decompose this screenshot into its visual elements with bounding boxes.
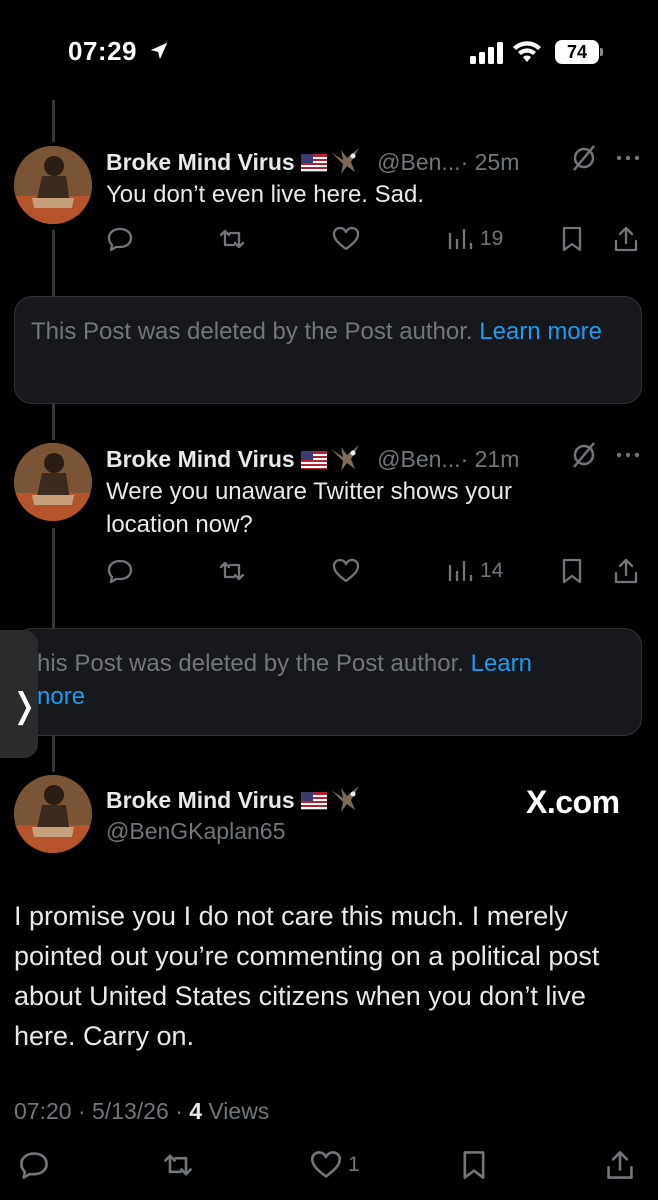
reply-icon: [107, 227, 133, 252]
tweet-text: Were you unaware Twitter shows your loca…: [106, 478, 512, 538]
repost-icon: [219, 561, 245, 581]
bookmark-icon: [562, 226, 582, 252]
chevron-right-icon[interactable]: ❭: [10, 686, 39, 726]
repost-button[interactable]: [162, 1148, 194, 1182]
battery-indicator: 74: [555, 40, 599, 64]
heart-icon: [332, 558, 360, 583]
header-ghost: [295, 50, 365, 76]
deleted-notice-text: his Post was deleted by the Post author.: [37, 650, 464, 677]
views-label: Views: [208, 1098, 270, 1124]
share-button[interactable]: [612, 222, 640, 256]
post-meta: 07:20 · 5/13/26 · 4 Views: [14, 1098, 269, 1125]
wifi-icon: [513, 41, 541, 62]
repost-icon: [219, 229, 245, 249]
eagle-icon: [330, 445, 359, 471]
share-icon: [614, 558, 638, 584]
more-icon[interactable]: [614, 144, 642, 172]
repost-button[interactable]: [218, 554, 246, 588]
us-flag-icon: [300, 451, 327, 469]
post-text: I promise you I do not care this much. I…: [14, 901, 600, 1051]
views-button[interactable]: 19: [446, 222, 503, 256]
status-bar: 07:29 74: [0, 0, 658, 100]
share-icon: [614, 226, 638, 252]
learn-more-link[interactable]: Learn: [471, 650, 532, 677]
heart-icon: [310, 1151, 342, 1178]
avatar[interactable]: [14, 443, 92, 521]
post-time: · 25m: [460, 149, 520, 175]
handle[interactable]: @Ben...: [377, 149, 460, 175]
share-button[interactable]: [604, 1148, 636, 1182]
tweet-header: Broke Mind Virus @Ben...· 25m: [106, 146, 519, 176]
eagle-icon: [330, 148, 359, 174]
reply-icon: [107, 559, 133, 584]
like-count: 1: [348, 1153, 360, 1176]
reply-icon: [20, 1152, 48, 1179]
x-com-watermark: X.com: [526, 784, 620, 820]
deleted-post-notice: his Post was deleted by the Post author.…: [14, 628, 642, 736]
avatar[interactable]: [14, 146, 92, 224]
tweet-text: You don’t even live here. Sad.: [106, 181, 425, 208]
avatar[interactable]: [14, 775, 92, 853]
action-bar: 1: [0, 1148, 658, 1188]
bookmark-button[interactable]: [458, 1148, 490, 1182]
reply-button[interactable]: [106, 222, 134, 256]
display-name[interactable]: Broke Mind Virus: [106, 787, 295, 813]
more-icon[interactable]: [614, 441, 642, 469]
like-button[interactable]: [332, 222, 360, 256]
views-count: 19: [480, 227, 504, 250]
mute-icon[interactable]: [570, 441, 598, 469]
bookmark-button[interactable]: [558, 554, 586, 588]
learn-more-link[interactable]: nore: [37, 683, 85, 710]
learn-more-link[interactable]: Learn more: [479, 318, 602, 345]
status-time: 07:29: [68, 36, 137, 66]
us-flag-icon: [300, 792, 327, 810]
thread-line: [52, 736, 55, 772]
reply-button[interactable]: [106, 554, 134, 588]
views-button[interactable]: 14: [446, 554, 503, 588]
like-button[interactable]: [332, 554, 360, 588]
bookmark-icon: [463, 1151, 485, 1179]
handle[interactable]: @BenGKaplan65: [106, 818, 285, 845]
deleted-post-notice: This Post was deleted by the Post author…: [14, 296, 642, 404]
post-timestamp: 07:20 · 5/13/26 ·: [14, 1098, 183, 1124]
share-icon: [607, 1151, 633, 1179]
display-name[interactable]: Broke Mind Virus: [106, 149, 295, 175]
like-button[interactable]: 1: [310, 1148, 360, 1182]
heart-icon: [332, 226, 360, 251]
tweet-header: Broke Mind Virus: [106, 784, 361, 814]
views-count[interactable]: 4: [189, 1098, 202, 1124]
mute-icon[interactable]: [570, 144, 598, 172]
post-time: · 21m: [460, 446, 520, 472]
display-name[interactable]: Broke Mind Virus: [106, 446, 295, 472]
thread-line: [52, 404, 55, 440]
repost-icon: [164, 1154, 192, 1176]
reply-button[interactable]: [18, 1148, 50, 1182]
location-arrow-icon: [150, 42, 168, 60]
bookmark-icon: [562, 558, 582, 584]
thread-line: [52, 100, 55, 142]
eagle-icon: [330, 786, 359, 812]
repost-button[interactable]: [218, 222, 246, 256]
share-button[interactable]: [612, 554, 640, 588]
action-bar: 19: [0, 222, 658, 258]
views-count: 14: [480, 559, 504, 582]
handle[interactable]: @Ben...: [377, 446, 460, 472]
bookmark-button[interactable]: [558, 222, 586, 256]
views-icon: [448, 561, 473, 581]
action-bar: 14: [0, 554, 658, 590]
tweet-header: Broke Mind Virus @Ben...· 21m: [106, 443, 519, 473]
us-flag-icon: [300, 154, 327, 172]
deleted-notice-text: This Post was deleted by the Post author…: [31, 318, 473, 345]
cellular-signal-icon: [470, 42, 503, 64]
battery-nub: [600, 48, 603, 56]
views-icon: [448, 229, 473, 249]
